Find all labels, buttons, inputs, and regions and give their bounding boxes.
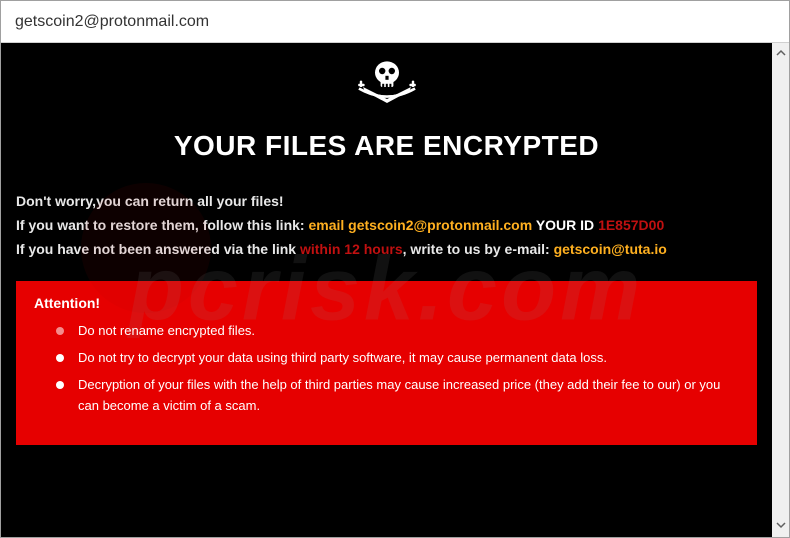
- line3-mid: , write to us by e-mail:: [403, 241, 554, 257]
- line2-prefix: If you want to restore them, follow this…: [16, 217, 308, 233]
- main-heading: YOUR FILES ARE ENCRYPTED: [16, 130, 757, 162]
- your-id-label: YOUR ID: [536, 217, 598, 233]
- window-title: getscoin2@protonmail.com: [15, 13, 209, 31]
- deadline-hours: within 12 hours: [300, 241, 403, 257]
- attention-list: Do not rename encrypted files. Do not tr…: [34, 321, 739, 416]
- skull-container: [16, 55, 757, 120]
- ransomware-window: getscoin2@protonmail.com pcrisk.com: [0, 0, 790, 538]
- attention-title: Attention!: [34, 295, 739, 311]
- scroll-down-icon[interactable]: [776, 519, 786, 533]
- attention-item: Decryption of your files with the help o…: [56, 375, 739, 417]
- contact-email-2: getscoin@tuta.io: [554, 241, 667, 257]
- content-wrap: pcrisk.com: [1, 43, 789, 537]
- attention-item: Do not rename encrypted files.: [56, 321, 739, 342]
- line-2: If you want to restore them, follow this…: [16, 214, 757, 238]
- ransom-note-body: pcrisk.com: [1, 43, 772, 537]
- window-titlebar[interactable]: getscoin2@protonmail.com: [1, 1, 789, 43]
- attention-item: Do not try to decrypt your data using th…: [56, 348, 739, 369]
- scroll-up-icon[interactable]: [776, 47, 786, 61]
- info-paragraph: Don't worry,you can return all your file…: [16, 190, 757, 261]
- line-3: If you have not been answered via the li…: [16, 238, 757, 262]
- line3-prefix: If you have not been answered via the li…: [16, 241, 300, 257]
- contact-email-label: email: [308, 217, 348, 233]
- pirate-skull-icon: [347, 102, 427, 119]
- contact-email-1: getscoin2@protonmail.com: [348, 217, 532, 233]
- line-1: Don't worry,you can return all your file…: [16, 190, 757, 214]
- vertical-scrollbar[interactable]: [772, 43, 789, 537]
- attention-box: Attention! Do not rename encrypted files…: [16, 281, 757, 444]
- your-id-value: 1E857D00: [598, 217, 664, 233]
